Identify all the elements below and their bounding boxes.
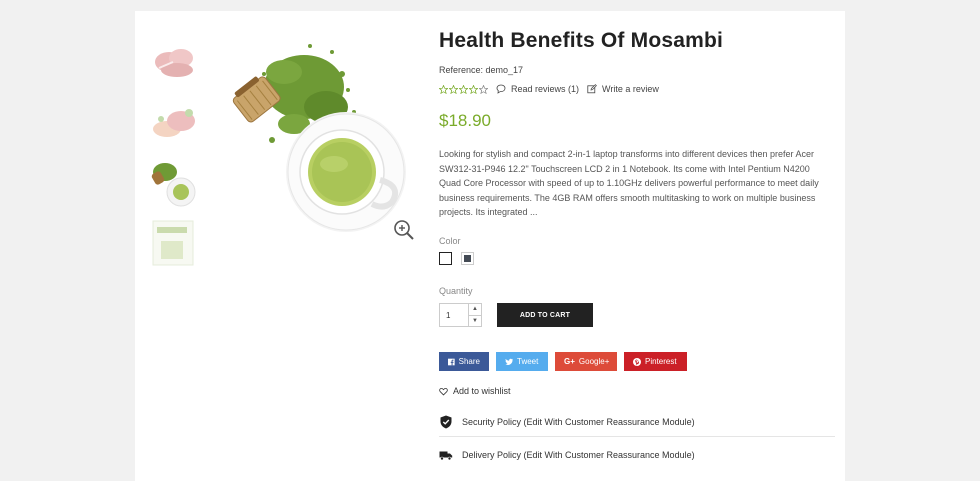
read-reviews-label: Read reviews (1) [511,84,580,94]
twitter-tweet-button[interactable]: Tweet [496,352,548,371]
quantity-down-icon[interactable]: ▼ [469,314,481,327]
delivery-policy-label: Delivery Policy (Edit With Customer Reas… [462,450,695,460]
social-share: Share Tweet G+ Google+ Pinterest [439,352,687,371]
product-title: Health Benefits Of Mosambi [439,29,724,52]
pinterest-label: Pinterest [645,357,677,366]
google-plus-button[interactable]: G+ Google+ [555,352,617,371]
quantity-input[interactable] [440,304,468,326]
main-product-image [214,32,424,247]
product-reference: Reference: demo_17 [439,65,524,75]
facebook-share-button[interactable]: Share [439,352,489,371]
google-plus-label: Google+ [578,357,610,366]
star-icon [459,84,468,94]
color-label: Color [439,236,461,246]
quantity-up-icon[interactable]: ▲ [469,304,481,315]
thumbnail-list [147,40,203,276]
read-reviews-link[interactable]: Read reviews (1) [496,84,579,94]
thumbnail-box[interactable] [147,217,203,269]
zoom-icon[interactable] [393,219,415,241]
facebook-icon [448,358,455,365]
truck-icon [439,451,453,461]
quantity-label: Quantity [439,286,473,296]
wishlist-label: Add to wishlist [453,386,511,396]
quantity-arrows: ▲ ▼ [468,304,481,326]
add-to-cart-button[interactable]: ADD TO CART [497,303,593,327]
facebook-share-label: Share [458,357,480,366]
write-review-label: Write a review [602,84,659,94]
twitter-icon [505,358,513,365]
security-policy: Security Policy (Edit With Customer Reas… [439,413,835,437]
color-swatches [439,252,474,265]
google-plus-icon: G+ [564,357,575,366]
reviews-row: Read reviews (1) Write a review [439,84,659,94]
product-price: $18.90 [439,111,491,130]
product-description: Looking for stylish and compact 2-in-1 l… [439,149,819,218]
thumbnail-meat-2[interactable] [147,99,203,151]
comment-icon [496,84,506,94]
twitter-tweet-label: Tweet [517,357,539,366]
star-icon [439,84,448,94]
star-icon [449,84,458,94]
add-to-wishlist-link[interactable]: Add to wishlist [439,386,511,396]
security-policy-label: Security Policy (Edit With Customer Reas… [462,416,695,427]
quantity-stepper: ▲ ▼ [439,303,482,327]
thumbnail-meat-1[interactable] [147,40,203,92]
star-icon [469,84,478,94]
pinterest-button[interactable]: Pinterest [624,352,687,371]
color-swatch-white[interactable] [439,252,452,265]
star-icon [479,84,488,94]
shield-check-icon [440,415,452,428]
thumbnail-matcha[interactable] [147,158,203,210]
write-review-link[interactable]: Write a review [587,84,659,94]
edit-icon [587,84,597,94]
rating-stars [439,84,488,94]
heart-icon [439,387,448,395]
delivery-policy: Delivery Policy (Edit With Customer Reas… [439,447,835,463]
color-swatch-dark[interactable] [461,252,474,265]
pinterest-icon [633,357,641,366]
